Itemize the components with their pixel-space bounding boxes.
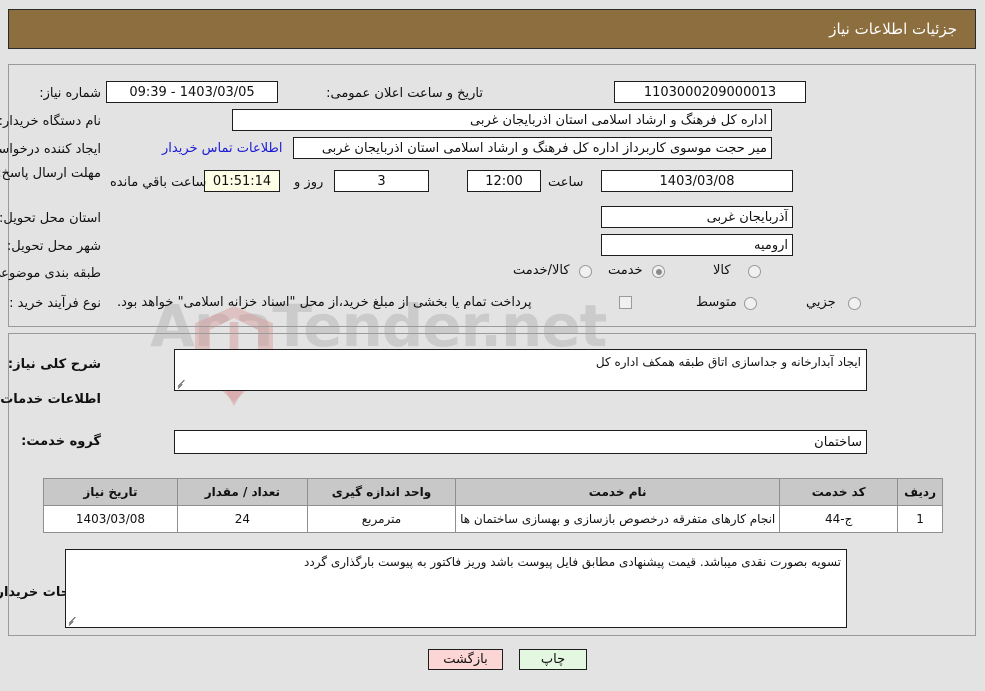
radio-category-goods-service[interactable]: [579, 265, 592, 278]
buyer-contact-link[interactable]: اطلاعات تماس خریدار: [162, 141, 282, 156]
delivery-province-field[interactable]: آذربایجان غربی: [601, 206, 793, 228]
radio-process-minor[interactable]: [848, 297, 861, 310]
col-service-name: نام خدمت: [455, 478, 781, 506]
services-table: ردیف کد خدمت نام خدمت واحد اندازه گیری ت…: [43, 478, 943, 533]
service-group-field[interactable]: ساختمان: [174, 430, 867, 454]
delivery-city-label: شهر محل تحویل:: [6, 239, 101, 254]
buyer-notes-text: تسویه بصورت نقدی میباشد. قیمت پیشنهادی م…: [304, 555, 841, 569]
resize-grip-icon[interactable]: [68, 615, 79, 626]
treasury-bond-checkbox[interactable]: [619, 296, 632, 309]
need-info-panel: [8, 64, 976, 327]
radio-process-medium[interactable]: [744, 297, 757, 310]
radio-process-medium-label: متوسط: [696, 295, 737, 310]
days-label: روز و: [294, 175, 324, 190]
resize-grip-icon[interactable]: [177, 378, 188, 389]
back-button[interactable]: بازگشت: [428, 649, 503, 670]
col-service-code: کد خدمت: [779, 478, 899, 506]
buyer-org-field[interactable]: اداره کل فرهنگ و ارشاد اسلامی استان اذرب…: [232, 109, 772, 131]
page-title-bar: جزئیات اطلاعات نیاز: [8, 9, 976, 49]
radio-category-service[interactable]: [652, 265, 665, 278]
remaining-hours-label: ساعت باقي مانده: [110, 175, 207, 190]
cell-row-no: 1: [897, 505, 943, 533]
radio-category-goods-label: کالا: [713, 263, 731, 278]
need-number-label: شماره نیاز:: [39, 86, 101, 101]
cell-service-name: انجام کارهای متفرقه درخصوص بازسازی و بهس…: [455, 505, 781, 533]
need-number-field[interactable]: 1103000209000013: [614, 81, 806, 103]
col-row-no: ردیف: [897, 478, 943, 506]
deadline-date-field[interactable]: 1403/03/08: [601, 170, 793, 192]
remaining-days-field[interactable]: 3: [334, 170, 429, 192]
page-root: AnaTender.net جزئیات اطلاعات نیاز شماره …: [0, 0, 985, 691]
col-unit: واحد اندازه گیری: [306, 478, 457, 506]
service-info-section-title: اطلاعات خدمات مورد نیاز: [0, 392, 101, 407]
page-title: جزئیات اطلاعات نیاز: [829, 20, 957, 38]
delivery-province-label: استان محل تحویل:: [0, 211, 101, 226]
table-row: 1 ج-44 انجام کارهای متفرقه درخصوص بازساز…: [43, 505, 943, 533]
general-description-label: شرح کلی نیاز:: [7, 357, 101, 372]
deadline-time-field[interactable]: 12:00: [467, 170, 541, 192]
delivery-city-field[interactable]: ارومیه: [601, 234, 793, 256]
cell-service-code: ج-44: [779, 505, 899, 533]
general-description-textarea[interactable]: ایجاد آبدارخانه و جداسازی اتاق طبقه همکف…: [174, 349, 867, 391]
buyer-notes-textarea[interactable]: تسویه بصورت نقدی میباشد. قیمت پیشنهادی م…: [65, 549, 847, 628]
cell-quantity: 24: [176, 505, 308, 533]
print-button[interactable]: چاپ: [519, 649, 587, 670]
announce-datetime-label: تاریخ و ساعت اعلان عمومی:: [326, 86, 483, 101]
request-creator-field[interactable]: میر حجت موسوی کاربرداز اداره کل فرهنگ و …: [293, 137, 772, 159]
general-description-text: ایجاد آبدارخانه و جداسازی اتاق طبقه همکف…: [595, 355, 861, 369]
treasury-bond-note: پرداخت تمام یا بخشی از مبلغ خرید،از محل …: [117, 295, 532, 310]
radio-category-goods-service-label: کالا/خدمت: [513, 263, 570, 278]
service-group-label: گروه خدمت:: [21, 434, 101, 449]
hour-label: ساعت: [548, 175, 584, 190]
subject-category-label: طبقه بندی موضوعی:: [0, 266, 101, 281]
response-deadline-label: مهلت ارسال پاسخ: تا تاریخ:: [0, 166, 101, 181]
buyer-org-label: نام دستگاه خریدار:: [0, 114, 101, 129]
cell-need-date: 1403/03/08: [43, 505, 178, 533]
announce-datetime-field[interactable]: 1403/03/05 - 09:39: [106, 81, 278, 103]
radio-category-goods[interactable]: [748, 265, 761, 278]
radio-process-minor-label: جزیي: [806, 295, 836, 310]
purchase-process-label: نوع فرآیند خرید :: [9, 296, 101, 311]
cell-unit: مترمربع: [306, 505, 457, 533]
col-quantity: تعداد / مقدار: [176, 478, 308, 506]
request-creator-label: ایجاد کننده درخواست:: [0, 142, 101, 157]
table-header-row: ردیف کد خدمت نام خدمت واحد اندازه گیری ت…: [43, 478, 943, 506]
radio-category-service-label: خدمت: [608, 263, 643, 278]
countdown-timer-field: 01:51:14: [204, 170, 280, 192]
col-need-date: تاریخ نیاز: [43, 478, 178, 506]
